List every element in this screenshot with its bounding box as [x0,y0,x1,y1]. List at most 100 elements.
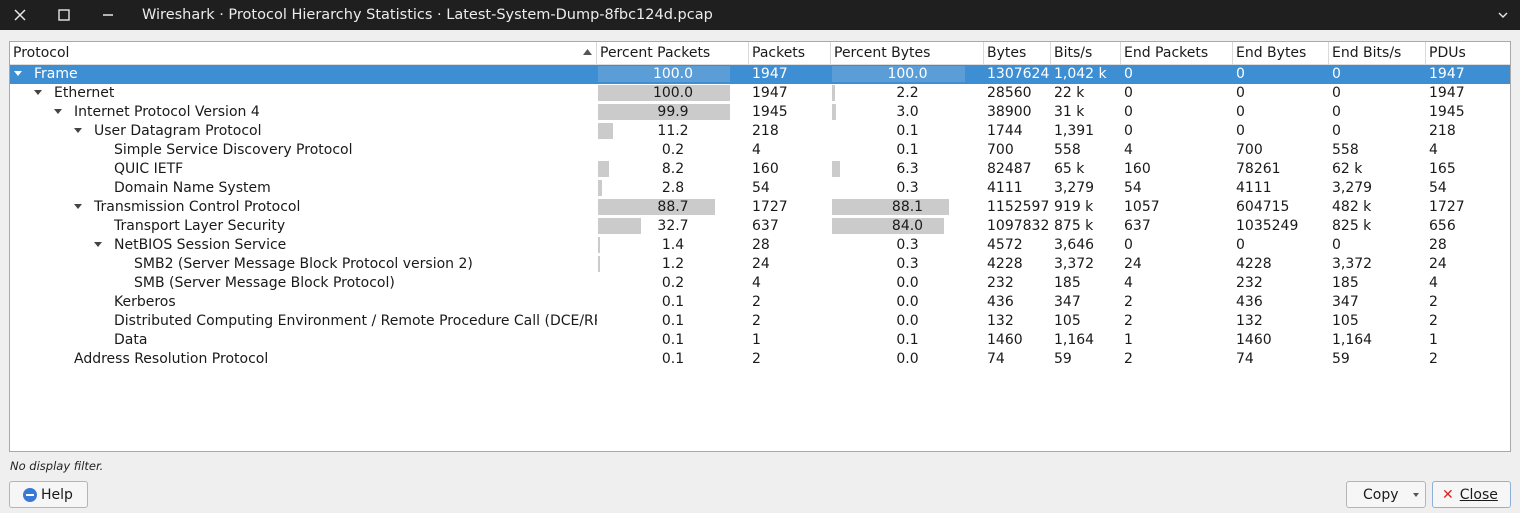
minimize-icon[interactable] [93,0,123,30]
maximize-icon[interactable] [49,0,79,30]
protocol-name: SMB2 (Server Message Block Protocol vers… [134,256,473,272]
tree-row[interactable]: Kerberos 0.1 2 0.0 436 347 2 436 347 2 [10,293,1510,312]
expand-caret-icon[interactable] [34,90,42,95]
end-bytes-cell: 1035249 [1236,218,1299,234]
column-header-row: Protocol Percent Packets Packets Percent… [10,42,1510,65]
bits-cell: 1,391 [1054,123,1095,139]
percent-bytes-cell: 100.0 [831,65,984,84]
copy-button-label: Copy [1363,486,1399,503]
end-packets-cell: 0 [1124,237,1133,253]
bits-cell: 59 [1054,351,1072,367]
tree-row[interactable]: Transmission Control Protocol 88.7 1727 88.… [10,198,1510,217]
column-header-bits-per-sec[interactable]: Bits/s [1051,42,1121,64]
percent-packets-cell: 0.1 [597,350,749,369]
window-title: Wireshark · Protocol Hierarchy Statistic… [142,7,713,23]
end-packets-cell: 2 [1124,294,1133,310]
end-bits-cell: 0 [1332,123,1341,139]
bytes-cell: 132 [987,313,1014,329]
percent-value: 100.0 [887,66,928,82]
end-bits-cell: 62 k [1332,161,1363,177]
copy-button[interactable]: Copy [1346,481,1426,508]
percent-packets-cell: 32.7 [597,217,749,236]
bits-cell: 22 k [1054,85,1085,101]
packets-cell: 1947 [752,85,788,101]
bytes-cell: 38900 [987,104,1032,120]
end-bits-cell: 0 [1332,104,1341,120]
protocol-cell: Simple Service Discovery Protocol [10,141,597,160]
pdus-cell: 2 [1429,313,1438,329]
protocol-cell: Distributed Computing Environment / Remo… [10,312,597,331]
percent-bytes-cell: 0.0 [831,293,984,312]
pdus-cell: 1947 [1429,85,1465,101]
percent-value: 0.1 [661,313,685,329]
percent-packets-cell: 0.1 [597,331,749,350]
tree-row[interactable]: User Datagram Protocol 11.2 218 0.1 1744 1,39… [10,122,1510,141]
tree-row[interactable]: SMB (Server Message Block Protocol) 0.2 4 0… [10,274,1510,293]
bytes-cell: 28560 [987,85,1032,101]
tree-row[interactable]: Distributed Computing Environment / Remo… [10,312,1510,331]
tree-row[interactable]: SMB2 (Server Message Block Protocol vers… [10,255,1510,274]
column-header-packets[interactable]: Packets [749,42,831,64]
percent-bytes-cell: 84.0 [831,217,984,236]
end-packets-cell: 0 [1124,123,1133,139]
percent-bytes-cell: 0.1 [831,122,984,141]
packets-cell: 637 [752,218,779,234]
tree-row[interactable]: Ethernet 100.0 1947 2.2 28560 22 k 0 0 0 1947 [10,84,1510,103]
protocol-name: Ethernet [54,85,115,101]
percent-bytes-cell: 0.3 [831,179,984,198]
tree-row[interactable]: Simple Service Discovery Protocol 0.2 4 0.1… [10,141,1510,160]
close-button[interactable]: ✕ Close [1432,481,1511,508]
column-header-end-packets[interactable]: End Packets [1121,42,1233,64]
end-bits-cell: 3,279 [1332,180,1373,196]
column-header-end-bytes[interactable]: End Bytes [1233,42,1329,64]
end-bits-cell: 0 [1332,85,1341,101]
pdus-cell: 656 [1429,218,1456,234]
tree-row[interactable]: NetBIOS Session Service 1.4 28 0.3 4572 3,646… [10,236,1510,255]
end-bits-cell: 1,164 [1332,332,1373,348]
end-bytes-cell: 0 [1236,85,1245,101]
column-header-pdus[interactable]: PDUs [1426,42,1510,64]
expand-caret-icon[interactable] [74,204,82,209]
bytes-cell: 1152597 [987,199,1050,215]
help-button[interactable]: Help [9,481,88,508]
column-header-percent-packets[interactable]: Percent Packets [597,42,749,64]
bits-cell: 105 [1054,313,1081,329]
column-header-end-bits-per-sec[interactable]: End Bits/s [1329,42,1426,64]
expand-caret-icon[interactable] [54,109,62,114]
percent-bytes-cell: 88.1 [831,198,984,217]
packets-cell: 1945 [752,104,788,120]
percent-packets-cell: 100.0 [597,65,749,84]
column-header-bytes[interactable]: Bytes [984,42,1051,64]
expand-caret-icon[interactable] [94,242,102,247]
end-bytes-cell: 74 [1236,351,1254,367]
tree-rows: Frame 100.0 1947 100.0 1307624 1,042 k 0 0 0 1947… [10,65,1510,369]
tree-row[interactable]: Internet Protocol Version 4 99.9 1945 3.0 38… [10,103,1510,122]
column-header-protocol[interactable]: Protocol [10,42,597,64]
protocol-hierarchy-tree[interactable]: Protocol Percent Packets Packets Percent… [9,41,1511,452]
tree-row[interactable]: Domain Name System 2.8 54 0.3 4111 3,279 54 411… [10,179,1510,198]
protocol-name: Transport Layer Security [114,218,286,234]
packets-cell: 160 [752,161,779,177]
tree-row[interactable]: Transport Layer Security 32.7 637 84.0 10978… [10,217,1510,236]
close-button-label: Close [1459,486,1498,503]
end-bytes-cell: 604715 [1236,199,1290,215]
help-circle-icon [23,487,37,502]
close-window-icon[interactable] [5,0,35,30]
pdus-cell: 24 [1429,256,1447,272]
column-header-label: Protocol [13,45,70,61]
bytes-cell: 1460 [987,332,1023,348]
tree-row[interactable]: Frame 100.0 1947 100.0 1307624 1,042 k 0 0 0 1947 [10,65,1510,84]
expand-caret-icon[interactable] [74,128,82,133]
column-header-percent-bytes[interactable]: Percent Bytes [831,42,984,64]
end-packets-cell: 0 [1124,104,1133,120]
protocol-name: Simple Service Discovery Protocol [114,142,353,158]
tree-row[interactable]: Address Resolution Protocol 0.1 2 0.0 74 59 2 7… [10,350,1510,369]
window-menu-chevron-icon[interactable] [1488,0,1518,30]
protocol-cell: QUIC IETF [10,160,597,179]
percent-packets-cell: 99.9 [597,103,749,122]
expand-caret-icon[interactable] [14,71,22,76]
tree-row[interactable]: Data 0.1 1 0.1 1460 1,164 1 1460 1,164 1 [10,331,1510,350]
pdus-cell: 2 [1429,351,1438,367]
end-bits-cell: 0 [1332,66,1341,82]
tree-row[interactable]: QUIC IETF 8.2 160 6.3 82487 65 k 160 78261 62 k 1… [10,160,1510,179]
